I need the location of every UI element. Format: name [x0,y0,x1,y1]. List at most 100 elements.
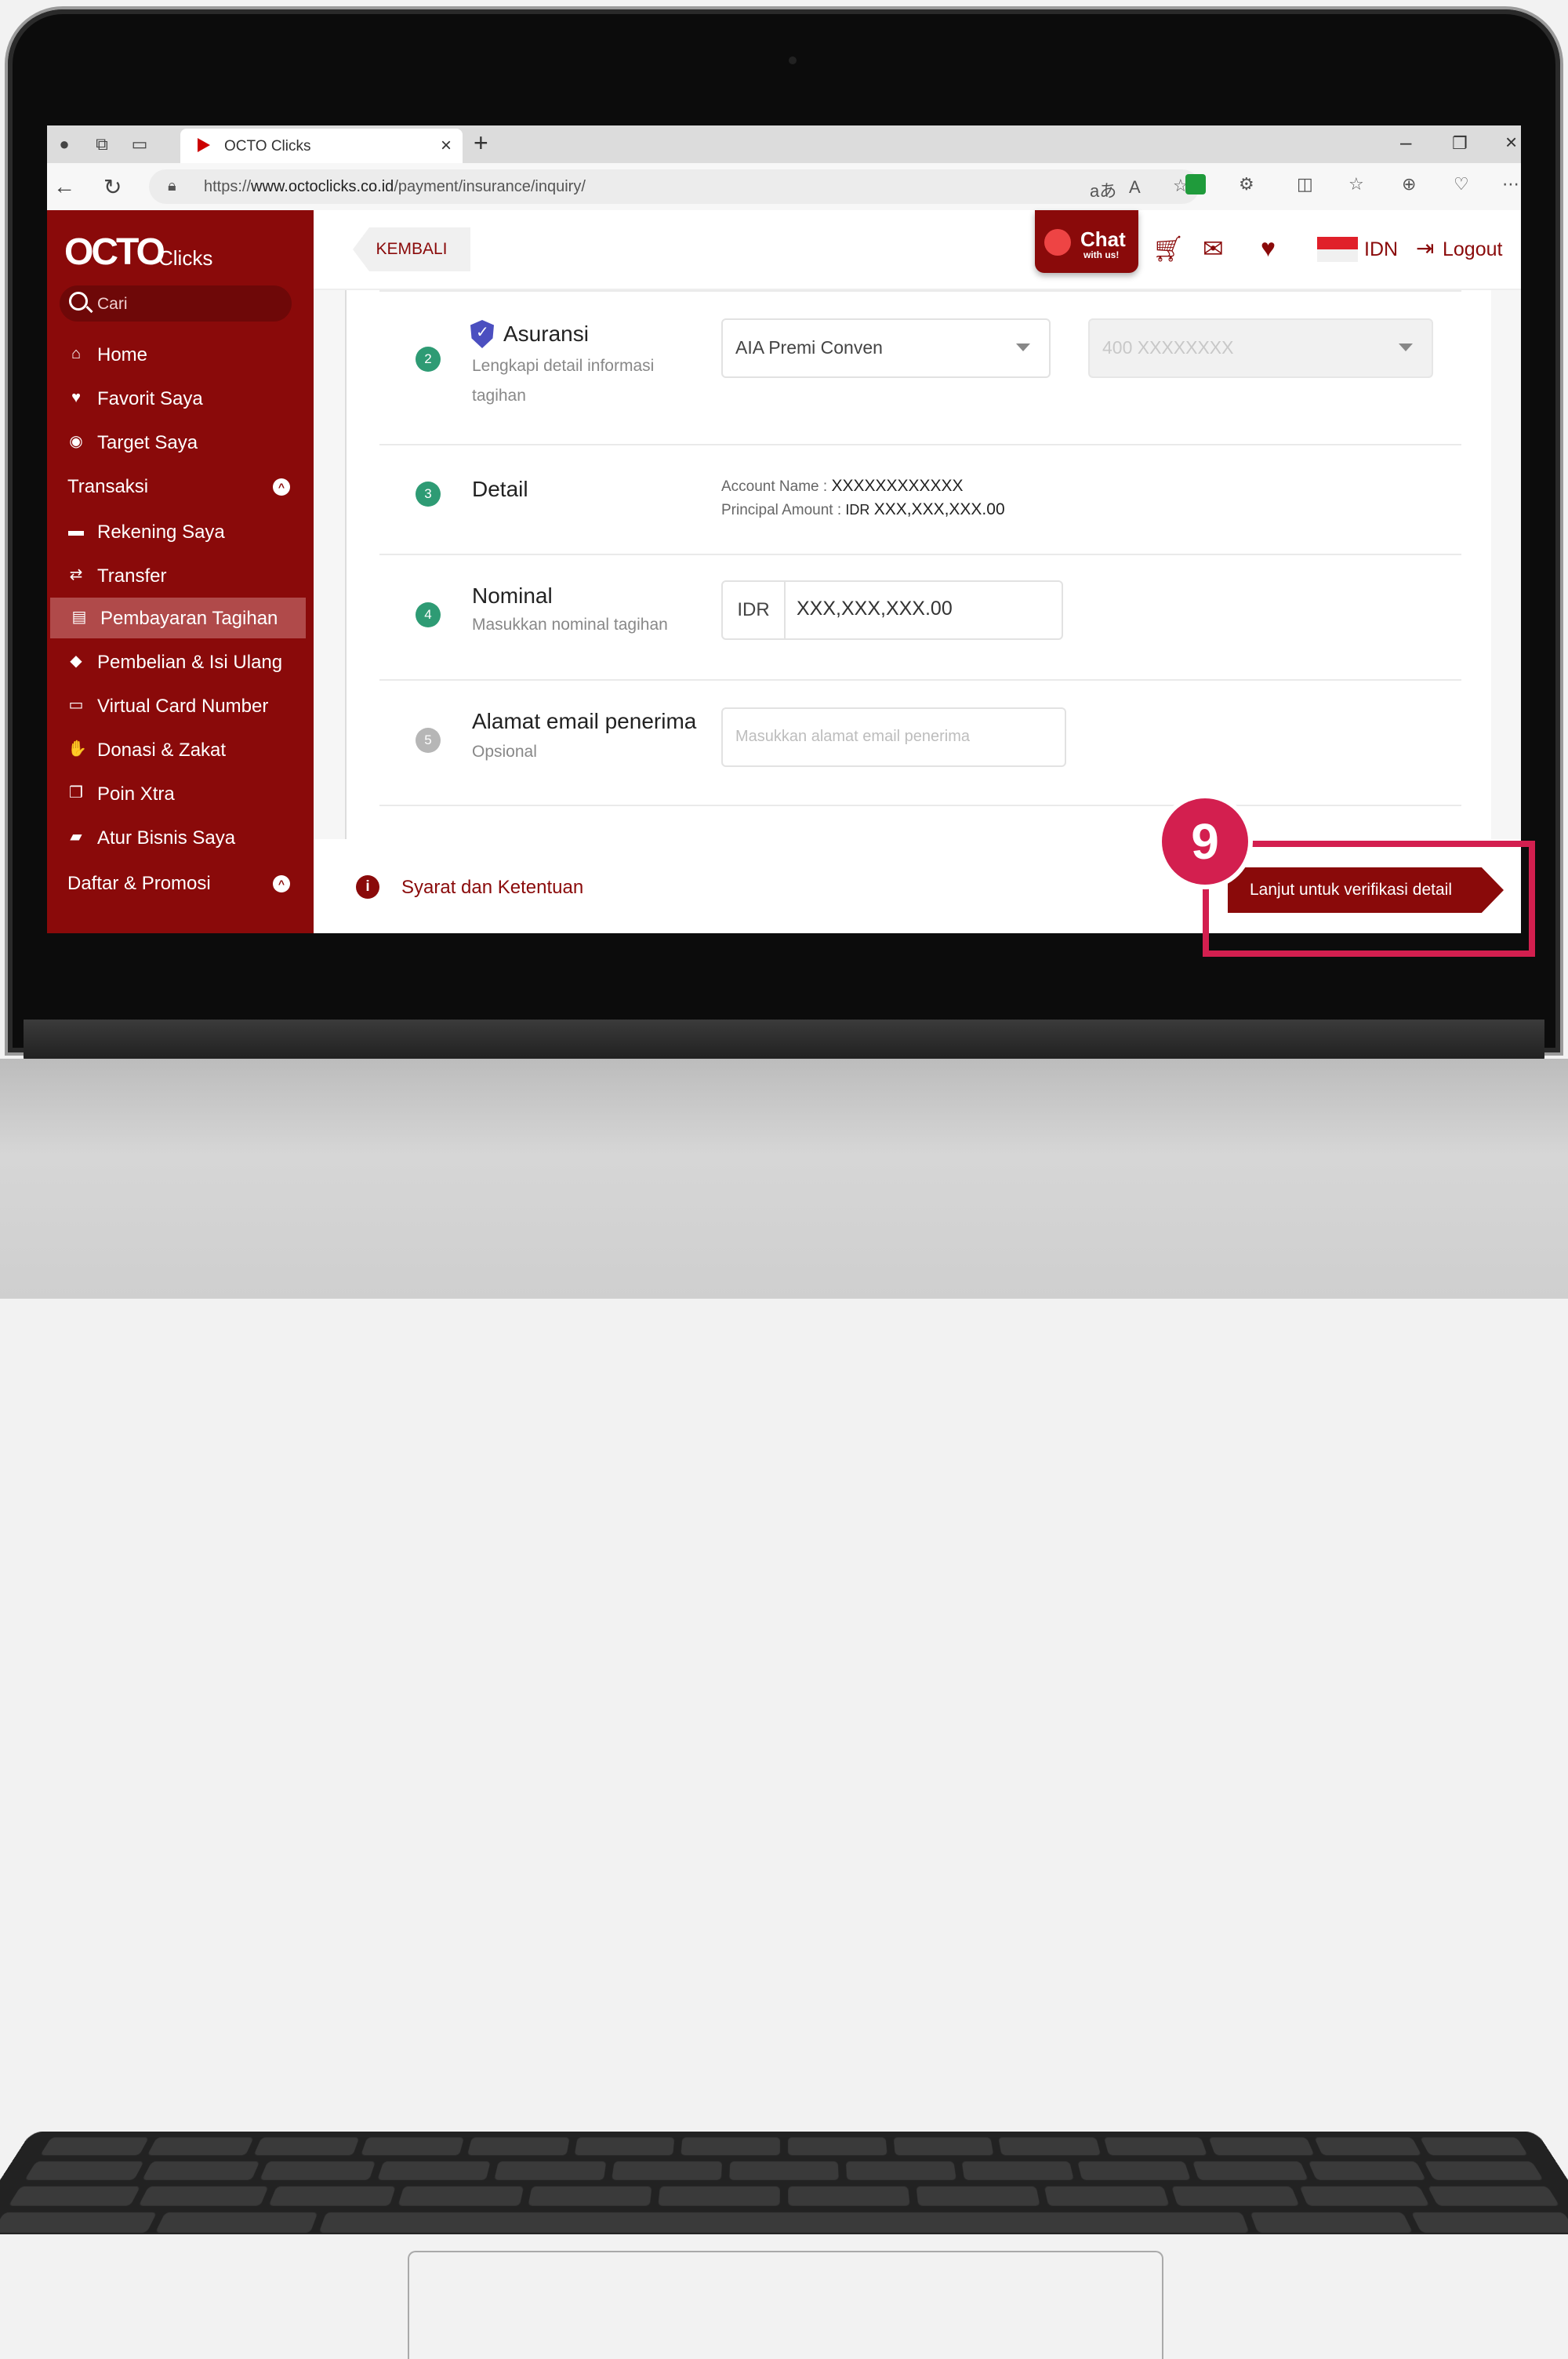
sidebar-item-pembelian[interactable]: ◆ Pembelian & Isi Ulang [47,642,306,682]
minimize-icon[interactable]: – [1400,130,1411,154]
sidebar-item-transfer[interactable]: ⇄ Transfer [47,555,306,596]
refresh-icon[interactable]: ↻ [103,174,122,200]
window-close-icon[interactable]: × [1505,130,1517,154]
key-row [40,2137,1529,2156]
step-title: Alamat email penerima [472,709,697,733]
step-badge: 3 [416,482,441,507]
step-subtitle: Opsional [472,743,537,761]
favorites-icon[interactable]: ☆ [1348,174,1364,194]
recipient-email-field[interactable]: Masukkan alamat email penerima [721,707,1066,767]
sidebar-section-label: Transaksi [67,476,149,497]
sidebar-section-label: Daftar & Promosi [67,873,211,894]
briefcase-icon: ▰ [70,828,82,845]
step-title: Nominal [472,583,553,608]
step-badge: 5 [416,728,441,753]
read-aloud-icon[interactable]: A [1129,177,1141,198]
close-tab-icon[interactable]: × [441,135,452,157]
currency-prefix: IDR [723,582,786,638]
sidebar-item-home[interactable]: ⌂ Home [47,334,306,375]
split-screen-icon[interactable]: ◫ [1297,174,1313,194]
translate-icon[interactable]: aあ [1090,177,1116,202]
browser-tab-bar: ● ⧉ ▭ OCTO Clicks × + – ❐ × [47,125,1521,163]
laptop-base [0,1059,1568,2359]
restore-icon[interactable]: ❐ [1452,133,1468,154]
sidebar-item-label: Transfer [97,565,167,587]
sidebar-item-favorit[interactable]: ♥ Favorit Saya [47,378,306,419]
chevron-down-icon [1016,343,1030,351]
browser-essentials-icon[interactable]: ♡ [1454,174,1469,194]
payment-form-card: 2 Asuransi Lengkapi detail informasi tag… [345,290,1491,839]
octo-favicon-icon [198,138,210,152]
search-icon [69,292,88,311]
tab-actions-icon[interactable]: ▭ [129,133,151,155]
sidebar-item-rekening[interactable]: ▬ Rekening Saya [47,511,306,552]
more-menu-icon[interactable]: ⋯ [1502,174,1519,194]
nominal-amount-input[interactable]: IDR XXX,XXX,XXX.00 [721,580,1063,640]
divider [379,444,1461,445]
key-row [0,2212,1568,2233]
chevron-up-icon[interactable]: ^ [273,478,290,496]
url-text: https://www.octoclicks.co.id/payment/ins… [204,178,586,195]
sidebar-item-target[interactable]: ◉ Target Saya [47,422,306,463]
sidebar-search-input[interactable]: Cari [60,285,292,322]
highlight-box [1203,841,1535,957]
sidebar-item-poin-xtra[interactable]: ❒ Poin Xtra [47,773,306,814]
profile-icon[interactable]: ● [53,133,75,155]
wishlist-heart-icon[interactable]: ♥ [1261,234,1276,263]
browser-tab[interactable]: OCTO Clicks × [180,129,463,163]
trackpad [408,2251,1163,2359]
sidebar-section-transaksi[interactable]: Transaksi ^ [47,466,306,507]
terms-link[interactable]: Syarat dan Ketentuan [401,877,583,899]
sidebar-item-label: Rekening Saya [97,522,225,543]
chevron-up-icon[interactable]: ^ [273,875,290,892]
sidebar-section-daftar-promosi[interactable]: Daftar & Promosi ^ [47,863,306,903]
sidebar-item-label: Atur Bisnis Saya [97,827,236,849]
language-label[interactable]: IDN [1364,238,1398,261]
card-icon: ▬ [68,522,84,540]
url-field[interactable]: 🔒︎ https://www.octoclicks.co.id/payment/… [149,169,1200,204]
collections-icon[interactable]: ⊕ [1402,174,1416,194]
mail-icon[interactable]: ✉ [1203,234,1224,264]
webcam [789,56,797,64]
octo-logo[interactable]: OCTO [64,231,165,274]
chat-button[interactable]: Chat with us! [1035,210,1138,273]
sidebar: OCTO Clicks Cari ⌂ Home ♥ Favorit Saya ◉… [47,210,314,933]
sidebar-item-label: Pembelian & Isi Ulang [97,652,283,673]
extension-icon[interactable] [1185,174,1206,194]
insurance-provider-select[interactable]: AIA Premi Conven [721,318,1051,378]
tag-icon: ◆ [70,652,82,670]
step-badge: 2 [416,347,441,372]
sidebar-item-label: Poin Xtra [97,783,175,805]
browser-address-bar: ← ↻ 🔒︎ https://www.octoclicks.co.id/paym… [47,163,1521,211]
policy-number-select[interactable]: 400 XXXXXXXX [1088,318,1433,378]
chat-subtitle: with us! [1083,249,1120,260]
sidebar-item-label: Donasi & Zakat [97,740,227,761]
shield-check-icon [470,320,494,348]
select-value: AIA Premi Conven [735,337,883,358]
back-arrow-icon[interactable]: ← [53,174,75,199]
chat-title: Chat [1080,227,1126,251]
sidebar-item-atur-bisnis[interactable]: ▰ Atur Bisnis Saya [47,817,306,858]
keyboard [0,2132,1568,2235]
sidebar-item-label: Target Saya [97,432,198,453]
logout-icon[interactable]: ⇥ [1416,235,1434,261]
back-button[interactable]: KEMBALI [353,227,470,271]
cart-icon[interactable]: 🛒︎ [1152,234,1185,264]
search-placeholder: Cari [97,295,128,313]
workspaces-icon[interactable]: ⧉ [91,133,113,155]
extensions-puzzle-icon[interactable]: ⚙ [1239,174,1254,194]
sidebar-item-vcn[interactable]: ▭ Virtual Card Number [47,685,306,726]
sidebar-item-pembayaran-tagihan[interactable]: ▤ Pembayaran Tagihan [50,598,306,638]
divider [379,290,1461,292]
indonesia-flag-icon[interactable] [1317,237,1358,262]
sidebar-item-donasi[interactable]: ✋ Donasi & Zakat [47,729,306,770]
vcn-icon: ▭ [68,696,84,714]
principal-amount-row: Principal Amount : IDR XXX,XXX,XXX.00 [721,500,1005,518]
sidebar-item-label: Favorit Saya [97,388,203,409]
logout-link[interactable]: Logout [1443,238,1502,261]
page-header: KEMBALI Chat with us! 🛒︎ ✉ ♥ IDN ⇥ Logou… [314,210,1521,290]
sidebar-item-label: Virtual Card Number [97,696,269,717]
divider [379,679,1461,681]
sidebar-item-label: Pembayaran Tagihan [100,608,278,629]
new-tab-icon[interactable]: + [474,129,488,158]
